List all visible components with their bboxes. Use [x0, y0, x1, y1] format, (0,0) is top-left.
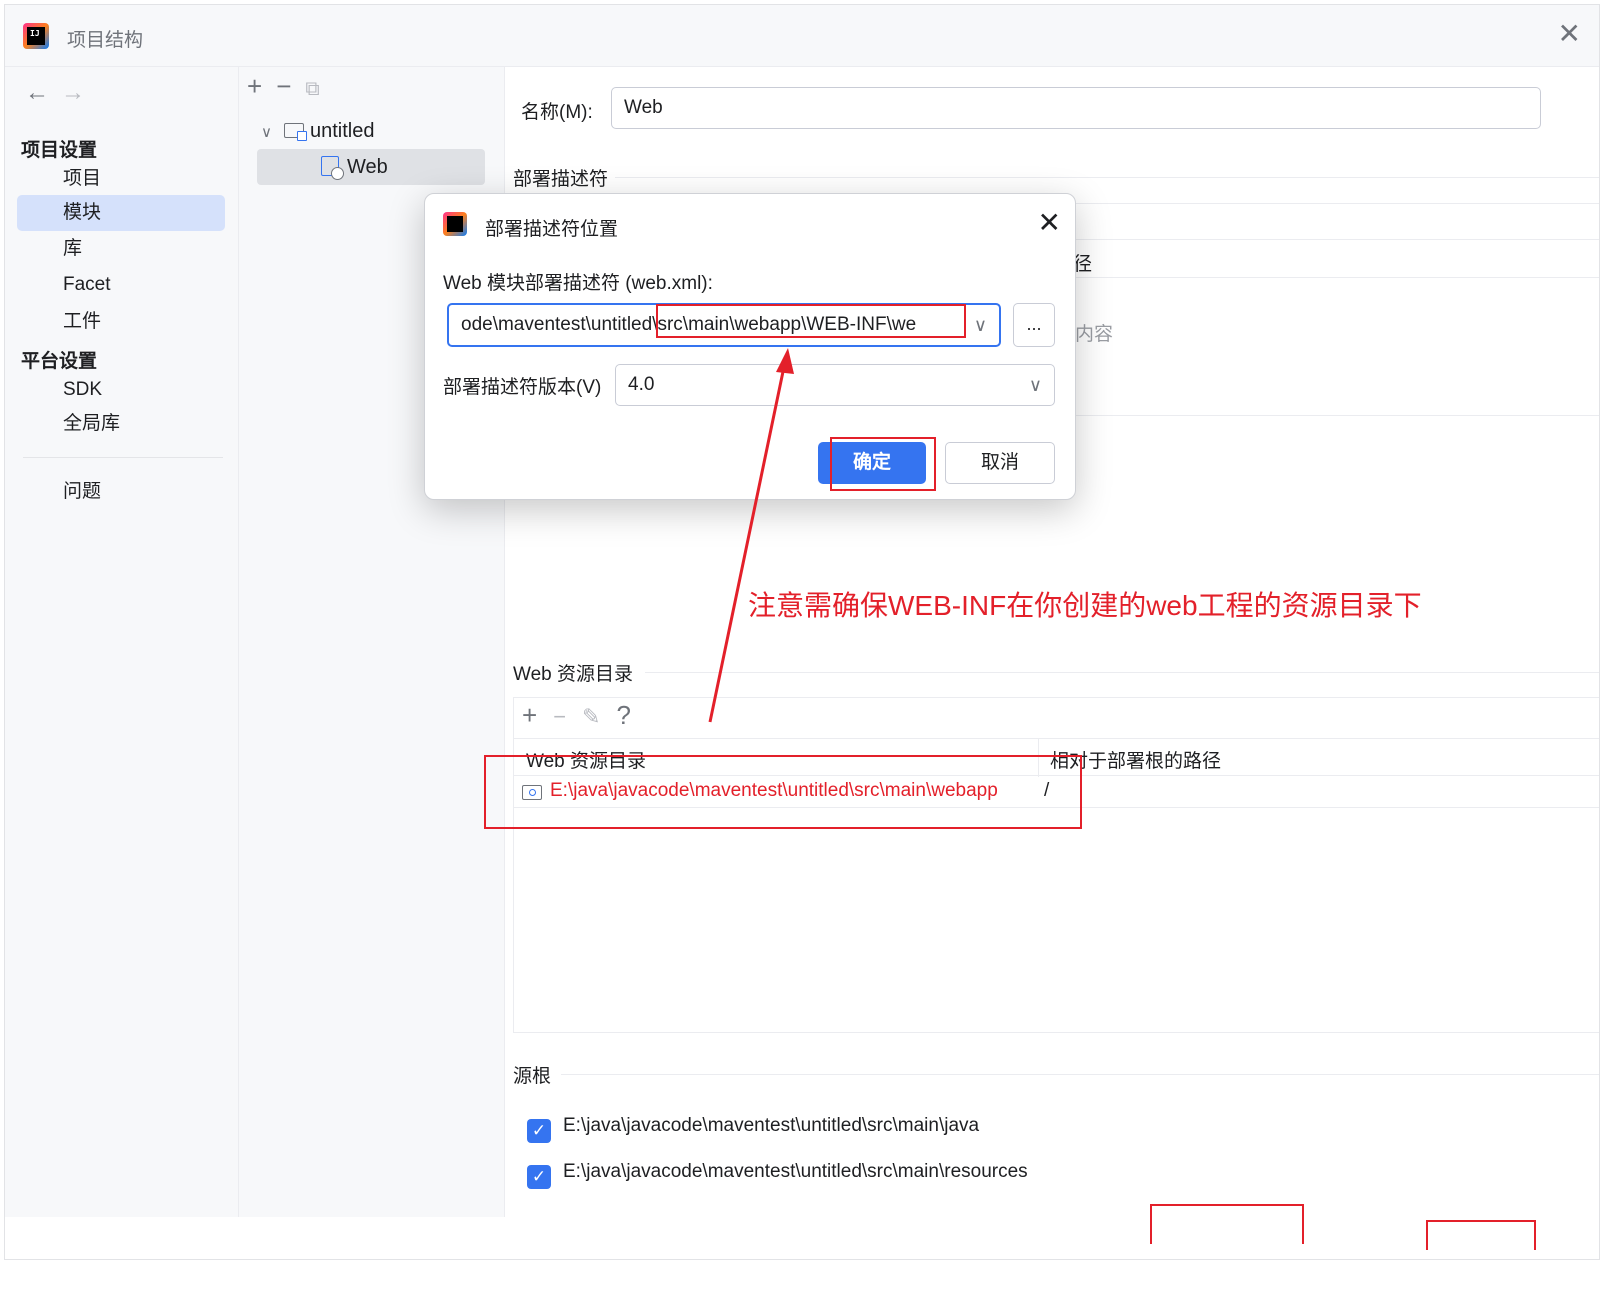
sidebar-item-global-libraries[interactable]: 全局库	[17, 406, 225, 442]
descriptor-version-label: 部署描述符版本(V)	[443, 377, 602, 398]
sidebar-item-artifacts[interactable]: 工件	[17, 304, 225, 340]
web-resource-title: Web 资源目录	[513, 664, 634, 685]
tree-node-untitled[interactable]: ∨ untitled	[261, 113, 374, 149]
descriptor-content-fragment: 内容	[1075, 324, 1114, 345]
sidebar-item-problems[interactable]: 问题	[17, 474, 225, 510]
forward-arrow-icon[interactable]: →	[61, 79, 85, 106]
descriptor-path-value: ode\maventest\untitled\src\main\webapp\W…	[461, 314, 917, 335]
resource-dir-path: E:\java\javacode\maventest\untitled\src\…	[550, 780, 998, 801]
title-bar: IJ 项目结构 ✕	[5, 5, 1599, 67]
column-header-relative-path: 相对于部署根的路径	[1050, 751, 1222, 772]
close-icon[interactable]: ✕	[1558, 19, 1581, 49]
checkbox-checked-icon[interactable]: ✓	[527, 1165, 551, 1189]
web-facet-icon	[321, 156, 344, 180]
settings-sidebar: ← → 项目设置 项目 模块 库 Facet 工件 平台设置 SDK 全局库 问题	[5, 67, 239, 1217]
cancel-button[interactable]: 取消	[945, 442, 1055, 484]
tree-node-label: Web	[347, 156, 388, 178]
close-icon[interactable]: ✕	[1038, 206, 1061, 239]
source-roots-list: ✓ E:\java\javacode\maventest\untitled\src…	[513, 1101, 1599, 1199]
sidebar-item-project[interactable]: 项目	[17, 161, 225, 197]
remove-icon[interactable]: −	[553, 704, 566, 729]
sidebar-item-sdk[interactable]: SDK	[17, 372, 225, 408]
tree-node-label: untitled	[309, 120, 375, 142]
column-header-resource-dir: Web 资源目录	[526, 751, 647, 772]
edit-pencil-icon[interactable]: ✎	[582, 704, 600, 729]
tree-toolbar: + − ⧉	[247, 71, 334, 102]
descriptor-version-select[interactable]: 4.0 ∨	[615, 364, 1055, 406]
web-resource-panel: + − ✎? Web 资源目录 相对于部署根的路径 E:\java\javacode…	[513, 697, 1599, 1033]
dialog-title: 部署描述符位置	[485, 219, 619, 240]
section-divider	[561, 1074, 1599, 1075]
chevron-down-icon[interactable]: ∨	[974, 305, 987, 345]
platform-settings-heading: 平台设置	[21, 351, 98, 372]
chevron-down-icon[interactable]: ∨	[261, 124, 272, 141]
descriptor-path-label: Web 模块部署描述符 (web.xml):	[443, 273, 713, 294]
sidebar-divider	[23, 457, 223, 458]
column-separator	[1038, 739, 1039, 777]
deploy-descriptor-title: 部署描述符	[513, 169, 609, 190]
relative-path-value: /	[1044, 780, 1050, 801]
annotation-note: 注意需确保WEB-INF在你创建的web工程的资源目录下	[748, 590, 1422, 621]
resource-folder-icon	[522, 785, 542, 800]
source-root-path: E:\java\javacode\maventest\untitled\src\…	[563, 1115, 980, 1136]
intellij-logo-icon: IJ	[23, 23, 49, 49]
sidebar-item-modules[interactable]: 模块	[17, 195, 225, 231]
back-arrow-icon[interactable]: ←	[25, 79, 49, 106]
tree-node-web[interactable]: Web	[257, 149, 485, 185]
resource-toolbar: + − ✎?	[522, 700, 647, 731]
descriptor-path-field[interactable]: ode\maventest\untitled\src\main\webapp\W…	[447, 303, 1001, 347]
ok-button[interactable]: 确定	[818, 442, 926, 484]
name-field[interactable]: Web	[611, 87, 1541, 129]
source-roots-title: 源根	[513, 1066, 552, 1087]
table-row[interactable]: E:\java\javacode\maventest\untitled\src\…	[514, 776, 1599, 808]
deployment-descriptor-dialog: 部署描述符位置 ✕ Web 模块部署描述符 (web.xml): ode\mav…	[424, 193, 1076, 500]
checkbox-checked-icon[interactable]: ✓	[527, 1119, 551, 1143]
resource-table-header: Web 资源目录 相对于部署根的路径	[514, 738, 1599, 777]
name-label: 名称(M):	[521, 102, 593, 123]
source-root-path: E:\java\javacode\maventest\untitled\src\…	[563, 1161, 1028, 1182]
source-root-java[interactable]: ✓ E:\java\javacode\maventest\untitled\src…	[527, 1113, 980, 1143]
project-settings-heading: 项目设置	[21, 140, 98, 161]
section-divider	[615, 177, 1599, 178]
browse-button[interactable]: ...	[1013, 303, 1055, 347]
descriptor-version-value: 4.0	[628, 374, 655, 395]
help-icon[interactable]: ?	[616, 700, 630, 730]
module-folder-icon	[283, 123, 307, 141]
add-icon[interactable]: +	[247, 71, 262, 101]
add-icon[interactable]: +	[522, 700, 537, 730]
window-title: 项目结构	[67, 30, 144, 51]
remove-icon[interactable]: −	[276, 71, 291, 101]
copy-icon[interactable]: ⧉	[305, 78, 319, 100]
nav-arrows: ← →	[25, 79, 97, 107]
sidebar-item-facets[interactable]: Facet	[17, 267, 225, 303]
chevron-down-icon[interactable]: ∨	[1029, 365, 1042, 405]
intellij-logo-icon	[443, 212, 467, 236]
source-root-resources[interactable]: ✓ E:\java\javacode\maventest\untitled\src…	[527, 1159, 1028, 1189]
section-divider	[645, 672, 1599, 673]
sidebar-item-libraries[interactable]: 库	[17, 231, 225, 267]
